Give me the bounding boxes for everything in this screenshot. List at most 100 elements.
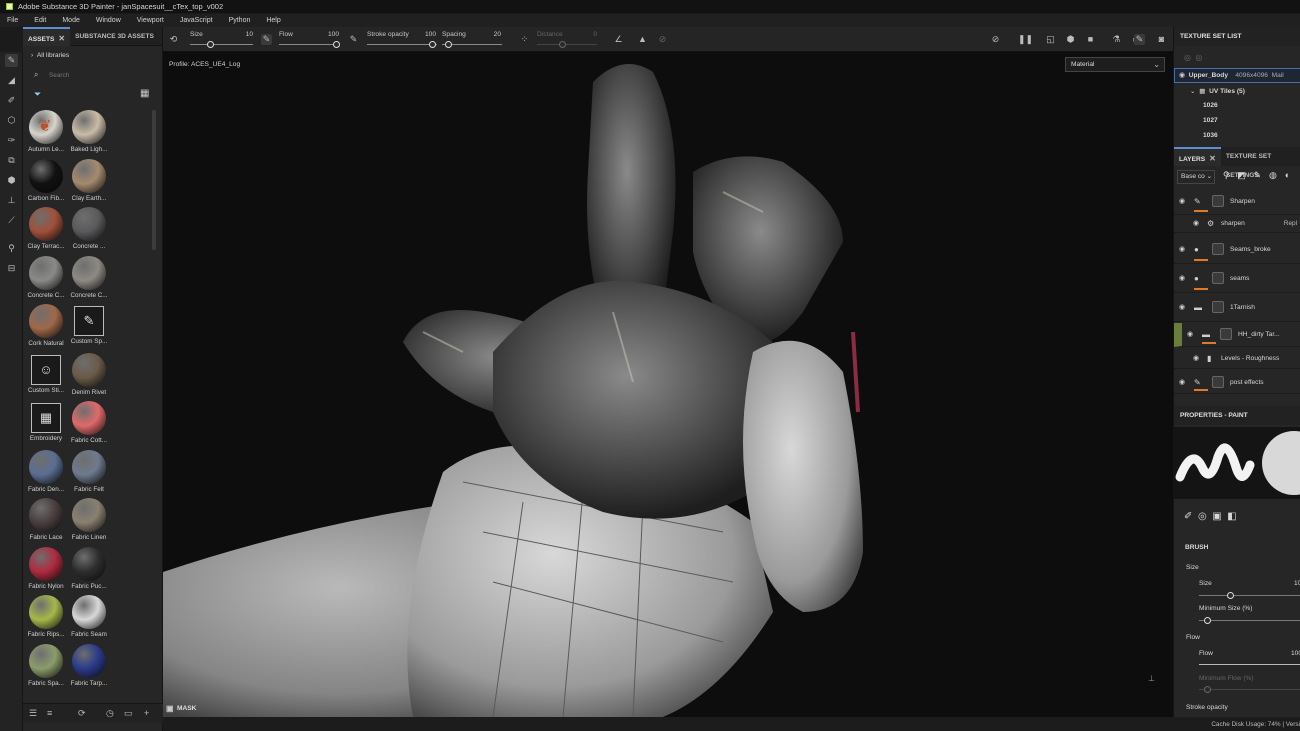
asset-item[interactable]: Fabric Lace bbox=[25, 498, 67, 541]
blend-mode[interactable]: Repl bbox=[1284, 220, 1297, 227]
asset-item[interactable]: ☺ Custom Sti... bbox=[25, 353, 67, 394]
close-icon[interactable]: ✕ bbox=[58, 34, 65, 43]
asset-item[interactable]: Fabric Spa... bbox=[25, 643, 67, 687]
asset-item[interactable]: Denim Rivet bbox=[68, 352, 110, 396]
projection-icon[interactable]: ✐ bbox=[5, 94, 18, 107]
menu-mode[interactable]: Mode bbox=[62, 17, 80, 24]
min-size-knob[interactable] bbox=[1204, 617, 1211, 624]
tab-layers[interactable]: LAYERS ✕ bbox=[1174, 147, 1221, 166]
eye-icon[interactable]: ◉ bbox=[1179, 378, 1185, 386]
eraser-icon[interactable]: ◢ bbox=[5, 74, 18, 87]
asset-item[interactable]: Fabric Seam bbox=[68, 595, 110, 638]
menu-file[interactable]: File bbox=[7, 17, 18, 24]
history-icon[interactable]: ◷ bbox=[106, 708, 114, 719]
brush-mode-icon[interactable]: ✎ bbox=[1134, 34, 1145, 45]
eye-icon[interactable]: ◉ bbox=[1179, 245, 1185, 253]
lazy-mouse-icon[interactable]: ⟲ bbox=[168, 34, 179, 45]
uv-tiles-group[interactable]: ⌄ ▦ UV Tiles (5) bbox=[1174, 87, 1300, 95]
add-folder-icon[interactable]: ◐ bbox=[1285, 170, 1290, 180]
view-2d-icon[interactable]: ◱ bbox=[1045, 34, 1056, 45]
material-view-select[interactable]: Material ⌄ bbox=[1065, 57, 1165, 72]
menu-window[interactable]: Window bbox=[96, 17, 121, 24]
library-selector[interactable]: › All libraries bbox=[31, 52, 69, 59]
eye-icon[interactable]: ◉ bbox=[1179, 72, 1185, 79]
layer-row[interactable]: ◉ ● Seams_broke bbox=[1174, 236, 1300, 264]
asset-item[interactable]: Fabric Puc... bbox=[68, 546, 110, 590]
layer-row[interactable]: ◉ ● seams bbox=[1174, 265, 1300, 293]
picker-icon[interactable]: ⟋ bbox=[5, 214, 18, 227]
stamp-icon[interactable]: ⊥ bbox=[5, 194, 18, 207]
asset-scrollbar[interactable] bbox=[152, 110, 156, 250]
asset-item[interactable]: Fabric Cott... bbox=[68, 401, 110, 444]
asset-item[interactable]: ✎ Custom Sp... bbox=[68, 304, 110, 345]
uv-tile-1036[interactable]: 1036 bbox=[1174, 132, 1300, 139]
asset-item[interactable]: Fabric Den... bbox=[25, 449, 67, 493]
eye-icon[interactable]: ◉ bbox=[1179, 303, 1185, 311]
spacing-value[interactable]: 20 bbox=[481, 31, 501, 38]
stroke-pen-icon[interactable]: ✎ bbox=[348, 34, 359, 45]
asset-item[interactable]: Fabric Rips... bbox=[25, 595, 67, 638]
list-icon[interactable]: ☰ bbox=[29, 708, 37, 719]
asset-item[interactable]: Clay Earth... bbox=[68, 158, 110, 202]
mask-icon[interactable]: ▣ bbox=[166, 704, 174, 713]
distance-slider-knob[interactable] bbox=[559, 41, 566, 48]
texture-set-upper-body[interactable]: ◉ Upper_Body 4096x4096 Mail bbox=[1174, 68, 1300, 83]
layer-row[interactable]: ◉ ▮ Levels - Roughness bbox=[1174, 349, 1300, 369]
asset-item[interactable]: ❦ Autumn Le... bbox=[25, 110, 67, 153]
spacing-slider-knob[interactable] bbox=[445, 41, 452, 48]
size-slider-knob[interactable] bbox=[207, 41, 214, 48]
add-icon[interactable]: + bbox=[144, 708, 149, 718]
close-icon[interactable]: ✕ bbox=[1209, 154, 1216, 163]
layer-row[interactable]: ◉ ✎ post effects bbox=[1174, 372, 1300, 394]
asset-item[interactable]: Concrete C... bbox=[68, 255, 110, 299]
flow-slider-knob[interactable] bbox=[333, 41, 340, 48]
menu-edit[interactable]: Edit bbox=[34, 17, 46, 24]
hide-icon[interactable]: ⊘ bbox=[990, 34, 1001, 45]
asset-item[interactable]: Fabric Linen bbox=[68, 498, 110, 541]
eye-icon[interactable]: ◉ bbox=[1179, 197, 1185, 205]
3d-viewport[interactable]: Profile: ACES_UE4_Log Material ⌄ ⊥ bbox=[163, 52, 1173, 717]
uv-tile-1027[interactable]: 1027 bbox=[1174, 117, 1300, 124]
view-3d-icon[interactable]: ⬢ bbox=[1065, 34, 1076, 45]
paint-brush-icon[interactable]: ✎ bbox=[5, 54, 18, 67]
import-icon[interactable]: ▭ bbox=[124, 708, 133, 719]
layer-row[interactable]: ◉ ▬ HH_dirty Tar... bbox=[1174, 323, 1300, 347]
sort-icon[interactable]: ≡ bbox=[47, 708, 52, 718]
stroke-opacity-value[interactable]: 100 bbox=[416, 31, 436, 38]
size-value[interactable]: 10 bbox=[233, 31, 253, 38]
menu-python[interactable]: Python bbox=[229, 17, 251, 24]
asset-item[interactable]: Fabric Nylon bbox=[25, 546, 67, 590]
menu-help[interactable]: Help bbox=[266, 17, 280, 24]
layer-mask-thumbnail[interactable] bbox=[1212, 272, 1224, 284]
refresh-icon[interactable]: ⟳ bbox=[78, 708, 86, 719]
camera-icon[interactable]: ■ bbox=[1085, 34, 1096, 45]
brush-size-slider[interactable] bbox=[1199, 595, 1300, 596]
size-slider[interactable] bbox=[190, 44, 253, 45]
min-size-slider[interactable] bbox=[1199, 620, 1300, 621]
search-input[interactable] bbox=[31, 69, 153, 81]
channel-select[interactable]: Base co ⌄ bbox=[1177, 170, 1215, 184]
clone-icon[interactable]: ⧉ bbox=[5, 154, 18, 167]
layer-mask-thumbnail[interactable] bbox=[1212, 195, 1224, 207]
distance-slider[interactable] bbox=[537, 44, 597, 45]
render-icon[interactable]: ⚗ bbox=[1111, 34, 1122, 45]
asset-item[interactable]: Concrete C... bbox=[25, 255, 67, 299]
min-flow-knob[interactable] bbox=[1204, 686, 1211, 693]
eye-icon[interactable]: ◉ bbox=[1193, 219, 1199, 227]
symmetry-icon[interactable]: ▲ bbox=[637, 34, 648, 45]
material-tab-icon[interactable]: ◎ bbox=[1198, 511, 1207, 522]
mask-label[interactable]: MASK bbox=[177, 705, 196, 712]
stroke-opacity-knob[interactable] bbox=[429, 41, 436, 48]
add-paint-layer-icon[interactable]: ✎ bbox=[1254, 170, 1262, 180]
eye-icon[interactable]: ◉ bbox=[1179, 274, 1185, 282]
brush-size-knob[interactable] bbox=[1227, 592, 1234, 599]
min-flow-slider[interactable] bbox=[1199, 689, 1300, 690]
tab-texture-set-settings[interactable]: TEXTURE SET SETTINGS bbox=[1221, 147, 1300, 179]
grid-view-icon[interactable]: ▦ bbox=[140, 88, 149, 99]
asset-item[interactable]: Carbon Fib... bbox=[25, 158, 67, 202]
layer-mask-thumbnail[interactable] bbox=[1212, 376, 1224, 388]
layer-mask-thumbnail[interactable] bbox=[1212, 301, 1224, 313]
pause-icon[interactable]: ❚❚ bbox=[1018, 34, 1033, 45]
selection-icon[interactable]: ⬢ bbox=[5, 174, 18, 187]
asset-item[interactable]: Concrete ... bbox=[68, 207, 110, 250]
